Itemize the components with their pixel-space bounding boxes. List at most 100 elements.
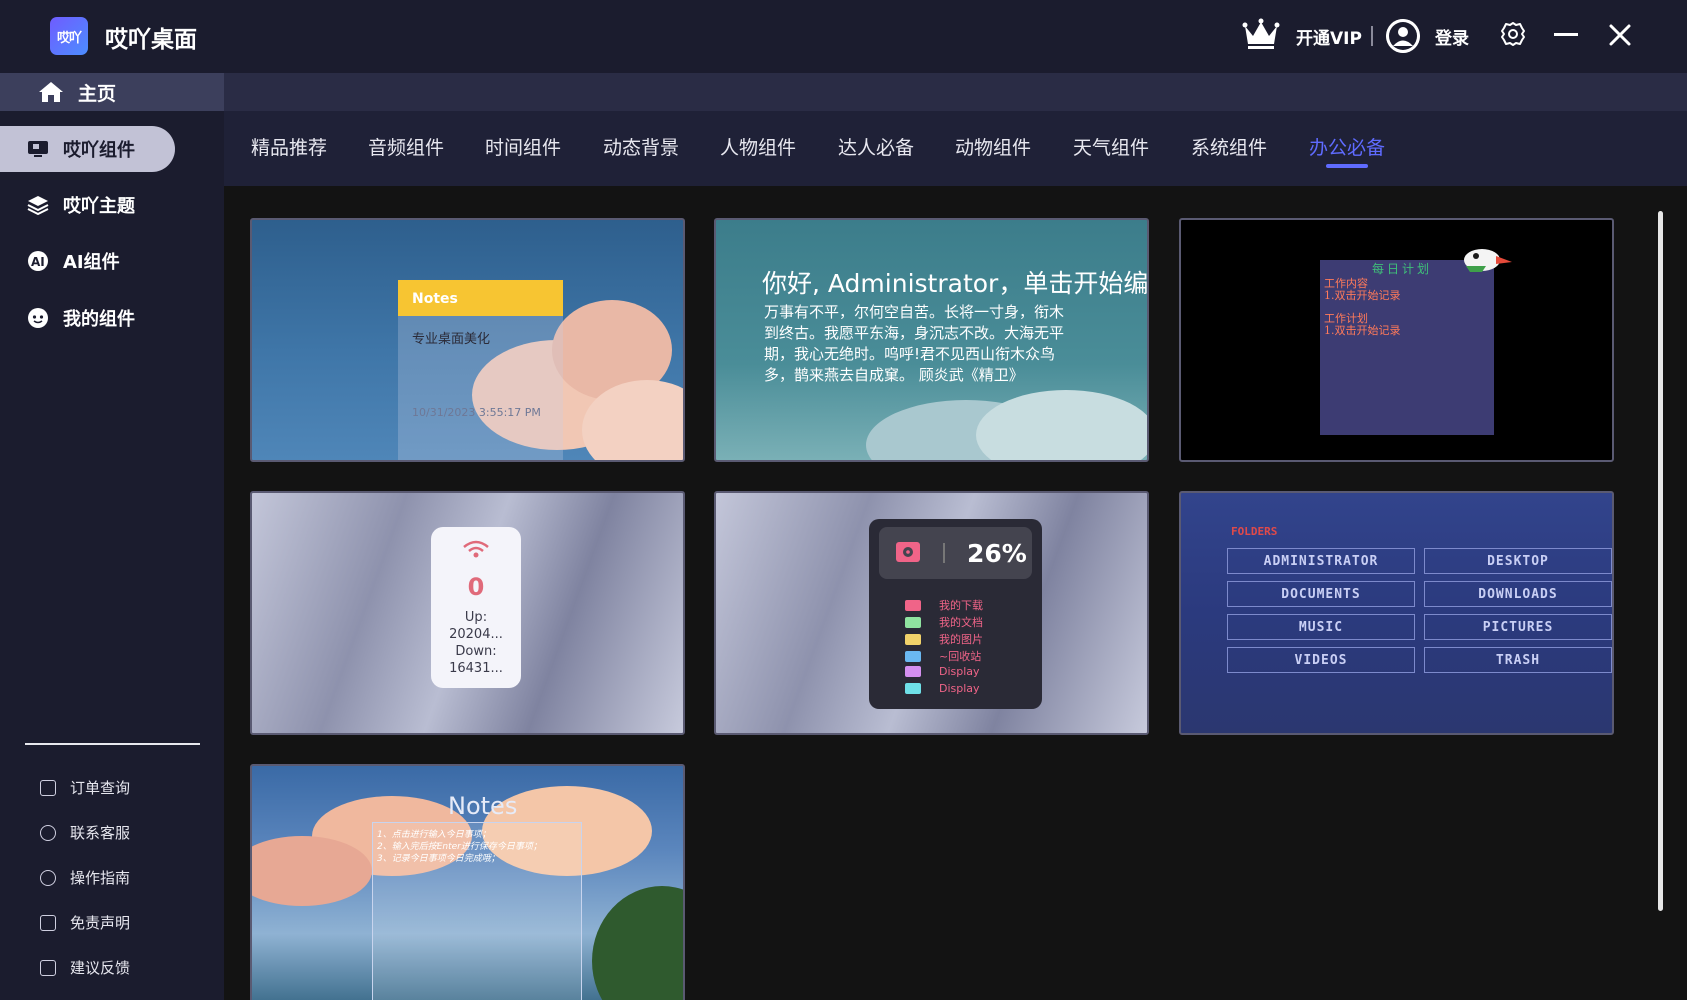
disk-folder-row: 我的图片 [905,631,983,647]
daily-plan-widget: 每日计划 工作内容 1.双击开始记录 工作计划 1.双击开始记录 [1320,260,1494,435]
app-logo-text: 哎吖 [56,30,82,46]
crown-icon[interactable] [1242,18,1280,50]
minimize-icon[interactable] [1554,33,1578,36]
folder-label: Display [939,682,980,695]
sidebar-item-label: 哎吖组件 [63,140,135,161]
open-vip-button[interactable]: 开通VIP [1296,24,1362,49]
layers-icon [26,194,50,216]
plan-line: 1.双击开始记录 [1324,289,1401,302]
tab-audio[interactable]: 音频组件 [368,133,444,160]
network-widget: 0 Up: 20204... Down: 16431... [431,527,521,688]
net-down-label: Down: [455,644,497,659]
guide-icon [40,869,56,886]
divider [1371,26,1373,46]
folder-button: DESKTOP [1424,548,1612,574]
net-up-value: 20204... [449,627,503,642]
footer-label: 操作指南 [70,869,131,887]
avatar[interactable] [1386,19,1420,53]
order-icon [40,779,56,796]
tab-people[interactable]: 人物组件 [720,133,796,160]
footer-label: 建议反馈 [70,959,131,977]
tree-decoration [592,886,683,1000]
footer-label: 免责声明 [70,914,131,932]
quote-body: 万事有不平，尔何空自苦。长将一寸身，衔木到终古。我愿平东海，身沉志不改。大海无平… [764,303,1065,384]
tab-dynamic-bg[interactable]: 动态背景 [603,133,679,160]
plan-line: 1.双击开始记录 [1324,324,1401,337]
bird-icon [1464,249,1512,272]
folder-label: ~回收站 [939,650,982,663]
folder-icon [905,666,921,677]
sidebar-item-my-widgets[interactable]: 我的组件 [0,295,175,341]
headset-icon [40,824,56,841]
tab-office[interactable]: 办公必备 [1309,133,1385,160]
gear-icon[interactable] [1500,21,1526,47]
sidebar-item-label: AI组件 [63,252,120,273]
feedback-icon [40,959,56,976]
widget-card-network[interactable]: 0 Up: 20204... Down: 16431... [250,491,685,735]
net-up-label: Up: [464,610,488,625]
folder-button: TRASH [1424,647,1612,673]
widget-card-quote[interactable]: 你好, Administrator，单击开始编辑 万事有不平，尔何空自苦。长将一… [714,218,1149,462]
footer-label: 订单查询 [70,779,131,797]
notes-timestamp: 10/31/2023 3:55:17 PM [412,406,541,419]
home-bar-strip [224,73,1687,111]
folder-button: DOCUMENTS [1227,581,1415,607]
notes2-title: Notes [448,792,518,820]
tab-featured[interactable]: 精品推荐 [251,133,327,160]
disk-folder-row: Display [905,682,980,695]
login-button[interactable]: 登录 [1435,24,1469,49]
folder-button: DOWNLOADS [1424,581,1612,607]
sidebar-item-ai[interactable]: AI AI组件 [0,238,175,284]
network-value: 0 [467,573,485,601]
app-title: 哎吖桌面 [105,27,197,53]
category-tabs: 精品推荐 音频组件 时间组件 动态背景 人物组件 达人必备 动物组件 天气组件 … [224,111,1687,186]
title-bar: 哎吖 哎吖桌面 开通VIP 登录 [0,0,1687,73]
tab-time[interactable]: 时间组件 [485,133,561,160]
net-down-value: 16431... [449,661,503,676]
widget-icon [26,138,50,160]
notes2-line: 3、记录今日事项今日完成哦； [377,854,500,864]
widget-grid: Notes 专业桌面美化 10/31/2023 3:55:17 PM 你好, A… [224,186,1687,1000]
cloud-decoration [976,390,1147,460]
disk-icon [896,542,920,562]
folder-button: PICTURES [1424,614,1612,640]
tab-animals[interactable]: 动物组件 [955,133,1031,160]
notes-body: 专业桌面美化 [412,332,491,347]
notes2-box: 1、点击进行输入今日事项； 2、输入完后按Enter进行保存今日事项； 3、记录… [372,822,582,1000]
notes-widget: Notes 专业桌面美化 10/31/2023 3:55:17 PM [398,280,563,460]
home-nav[interactable]: 主页 [0,73,224,111]
tab-system[interactable]: 系统组件 [1191,133,1267,160]
sidebar-footer-disclaimer[interactable]: 免责声明 [40,912,130,933]
widget-card-notes-2[interactable]: Notes 1、点击进行输入今日事项； 2、输入完后按Enter进行保存今日事项… [250,764,685,1000]
disk-folder-row: ~回收站 [905,648,981,664]
sidebar-item-themes[interactable]: 哎吖主题 [0,182,175,228]
active-tab-indicator [1326,164,1368,168]
sidebar-footer-support[interactable]: 联系客服 [40,822,130,843]
disk-percent: 26% [967,539,1027,568]
disk-folder-row: 我的文档 [905,614,983,630]
tab-expert[interactable]: 达人必备 [838,133,914,160]
folder-button: ADMINISTRATOR [1227,548,1415,574]
scrollbar[interactable] [1658,211,1663,911]
document-icon [40,914,56,931]
folder-button: MUSIC [1227,614,1415,640]
sidebar-footer-feedback[interactable]: 建议反馈 [40,957,130,978]
widget-card-disk[interactable]: 26% 我的下载 我的文档 我的图片 ~回收站 Display Display [714,491,1149,735]
plan-title: 每日计划 [1372,262,1433,276]
folder-icon [905,633,921,645]
close-icon[interactable] [1607,22,1633,48]
folder-label: 我的图片 [939,633,983,646]
folder-label: 我的下载 [939,599,983,612]
sidebar-item-widgets[interactable]: 哎吖组件 [0,126,175,172]
widget-card-folders[interactable]: FOLDERS ADMINISTRATOR DESKTOP DOCUMENTS … [1179,491,1614,735]
home-label: 主页 [78,82,117,105]
folder-icon [905,683,921,694]
widget-card-notes[interactable]: Notes 专业桌面美化 10/31/2023 3:55:17 PM [250,218,685,462]
footer-label: 联系客服 [70,824,131,842]
sidebar-footer-order[interactable]: 订单查询 [40,777,130,798]
sidebar-item-label: 哎吖主题 [63,196,135,217]
sidebar-footer-guide[interactable]: 操作指南 [40,867,130,888]
widget-card-daily-plan[interactable]: 每日计划 工作内容 1.双击开始记录 工作计划 1.双击开始记录 [1179,218,1614,462]
tab-weather[interactable]: 天气组件 [1073,133,1149,160]
folders-title: FOLDERS [1231,525,1278,538]
